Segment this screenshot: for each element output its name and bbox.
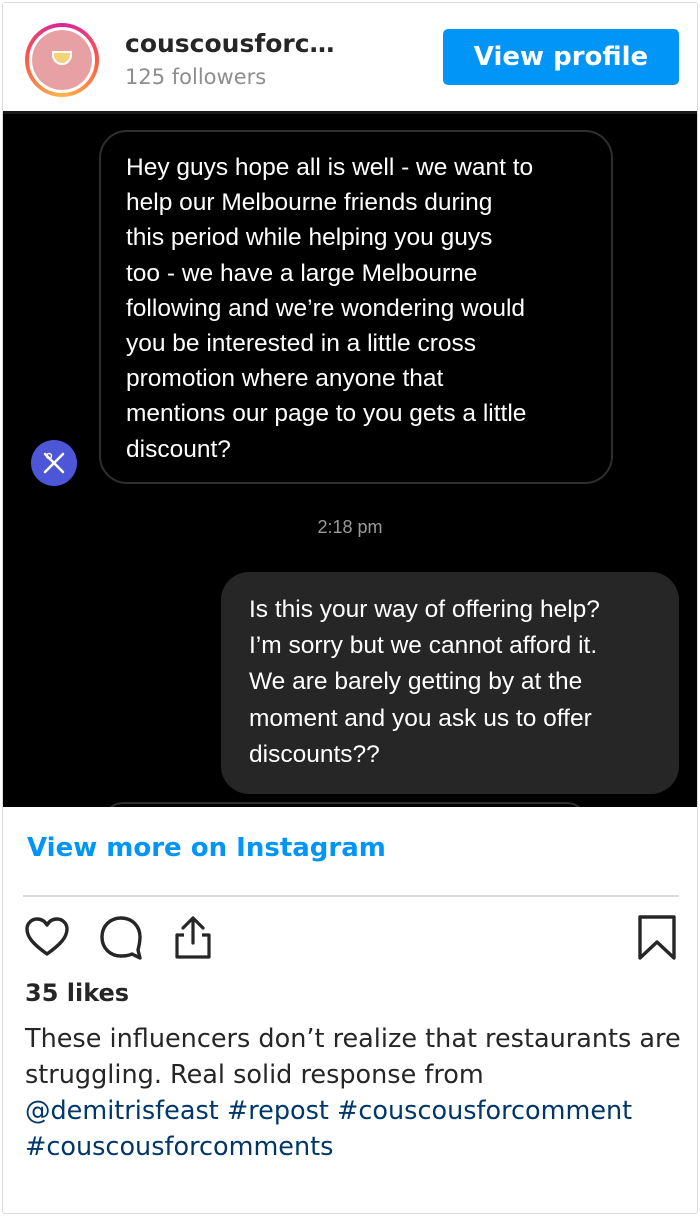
message-line: you be interested in a little cross: [126, 330, 476, 358]
message-line: Is this your way of offering help?: [249, 596, 600, 623]
message-line: promotion where anyone that: [126, 365, 444, 393]
incoming-message-bubble: Hey guys hope all is well - we want to h…: [99, 130, 613, 484]
caption-text: These influencers don’t realize that res…: [25, 1024, 681, 1090]
message-line: discount?: [126, 435, 231, 463]
hashtag-link[interactable]: #couscousforcomments: [25, 1132, 333, 1162]
likes-count[interactable]: 35 likes: [25, 979, 129, 1005]
outgoing-message-bubble: Is this your way of offering help? I’m s…: [221, 572, 679, 794]
message-line: mentions our page to you gets a little: [126, 400, 527, 428]
view-more-link[interactable]: View more on Instagram: [27, 833, 386, 863]
view-profile-button[interactable]: View profile: [443, 29, 679, 85]
sender-avatar: [31, 440, 77, 486]
next-message-bubble: [103, 802, 587, 807]
message-line: too - we have a large Melbourne: [126, 259, 478, 287]
comment-icon[interactable]: [97, 913, 145, 961]
message-timestamp: 2:18 pm: [317, 517, 383, 537]
bowl-icon: [52, 51, 72, 65]
share-icon[interactable]: [169, 913, 217, 961]
divider: [23, 895, 679, 897]
couscous-logo-icon: [32, 30, 92, 90]
profile-avatar[interactable]: [25, 23, 99, 97]
avatar-image: [29, 27, 95, 93]
instagram-embed: couscousforc… 125 followers View profile…: [2, 2, 698, 1214]
message-line: following and we’re wondering would: [126, 294, 526, 322]
post-header: couscousforc… 125 followers View profile: [3, 3, 697, 111]
message-line: I’m sorry but we cannot afford it.: [249, 632, 598, 660]
mention-link[interactable]: @demitrisfeast: [25, 1096, 219, 1126]
username[interactable]: couscousforc…: [125, 29, 335, 58]
message-line: this period while helping you guys: [126, 224, 493, 252]
message-line: discounts??: [249, 740, 380, 768]
message-line: We are barely getting by at the: [249, 668, 583, 696]
hashtag-link[interactable]: #repost: [227, 1096, 329, 1126]
hashtag-link[interactable]: #couscousforcomment: [337, 1096, 632, 1126]
heart-icon[interactable]: [23, 913, 71, 961]
message-line: moment and you ask us to offer: [249, 704, 592, 732]
post-image[interactable]: Hey guys hope all is well - we want to h…: [3, 111, 697, 807]
bookmark-icon[interactable]: [633, 913, 681, 961]
message-line: help our Melbourne friends during: [126, 189, 493, 217]
follower-count: 125 followers: [125, 65, 267, 89]
message-line: Hey guys hope all is well - we want to: [126, 154, 534, 181]
post-caption: These influencers don’t realize that res…: [25, 1021, 685, 1165]
crossed-knives-icon: [43, 452, 65, 474]
